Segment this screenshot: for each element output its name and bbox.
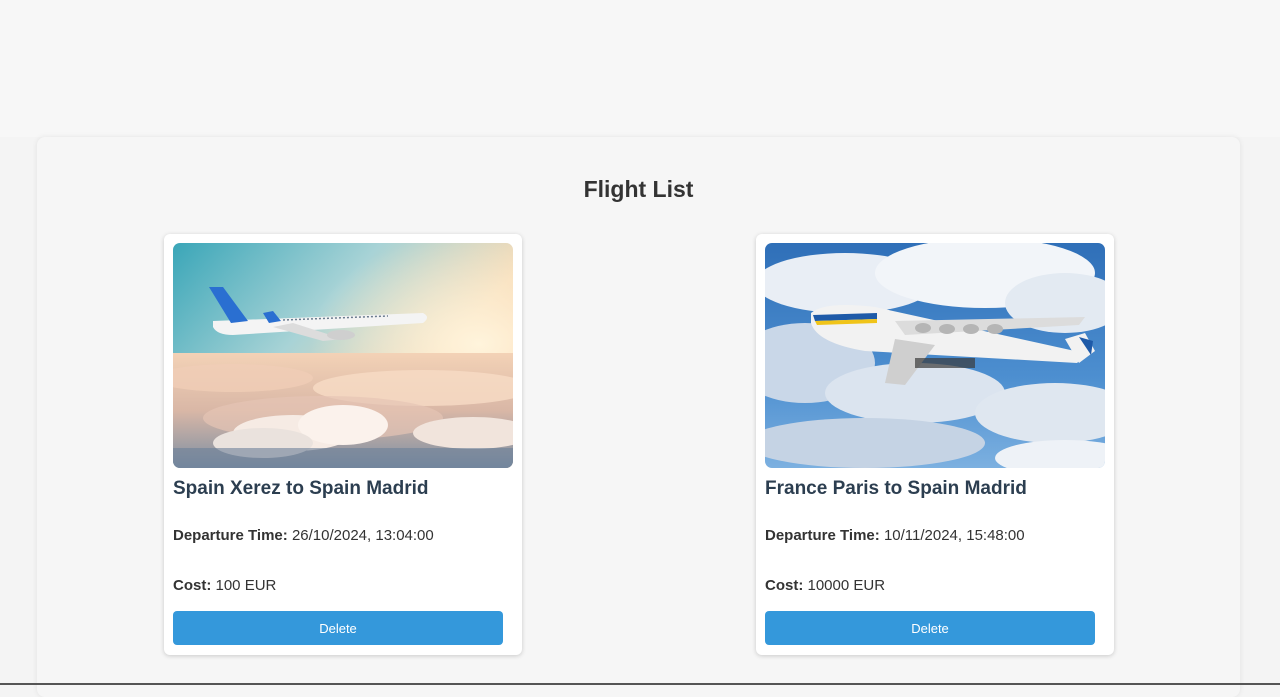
departure-time: Departure Time: 10/11/2024, 15:48:00 [765, 527, 1025, 544]
delete-button[interactable]: Delete [765, 611, 1095, 645]
cost-label: Cost: [173, 577, 212, 594]
cost-value: 10000 EUR [807, 577, 886, 594]
flight-image [173, 243, 513, 468]
cargo-plane-photo [765, 243, 1105, 468]
flight-card: France Paris to Spain Madrid Departure T… [756, 234, 1114, 655]
departure-label: Departure Time: [765, 527, 880, 544]
departure-value: 26/10/2024, 13:04:00 [291, 527, 434, 544]
delete-button[interactable]: Delete [173, 611, 503, 645]
departure-value: 10/11/2024, 15:48:00 [883, 527, 1025, 544]
cost-value: 100 EUR [215, 577, 277, 594]
flight-image [765, 243, 1105, 468]
page-title: Flight List [583, 176, 694, 202]
flight-route: France Paris to Spain Madrid [765, 478, 1027, 499]
flight-cost: Cost: 100 EUR [173, 577, 276, 594]
flight-cost: Cost: 10000 EUR [765, 577, 885, 594]
airliner-photo [173, 243, 513, 468]
departure-label: Departure Time: [173, 527, 288, 544]
flight-route: Spain Xerez to Spain Madrid [173, 478, 429, 499]
header-band [0, 0, 1280, 137]
flight-card: Spain Xerez to Spain Madrid Departure Ti… [164, 234, 522, 655]
cost-label: Cost: [765, 577, 804, 594]
departure-time: Departure Time: 26/10/2024, 13:04:00 [173, 527, 434, 544]
